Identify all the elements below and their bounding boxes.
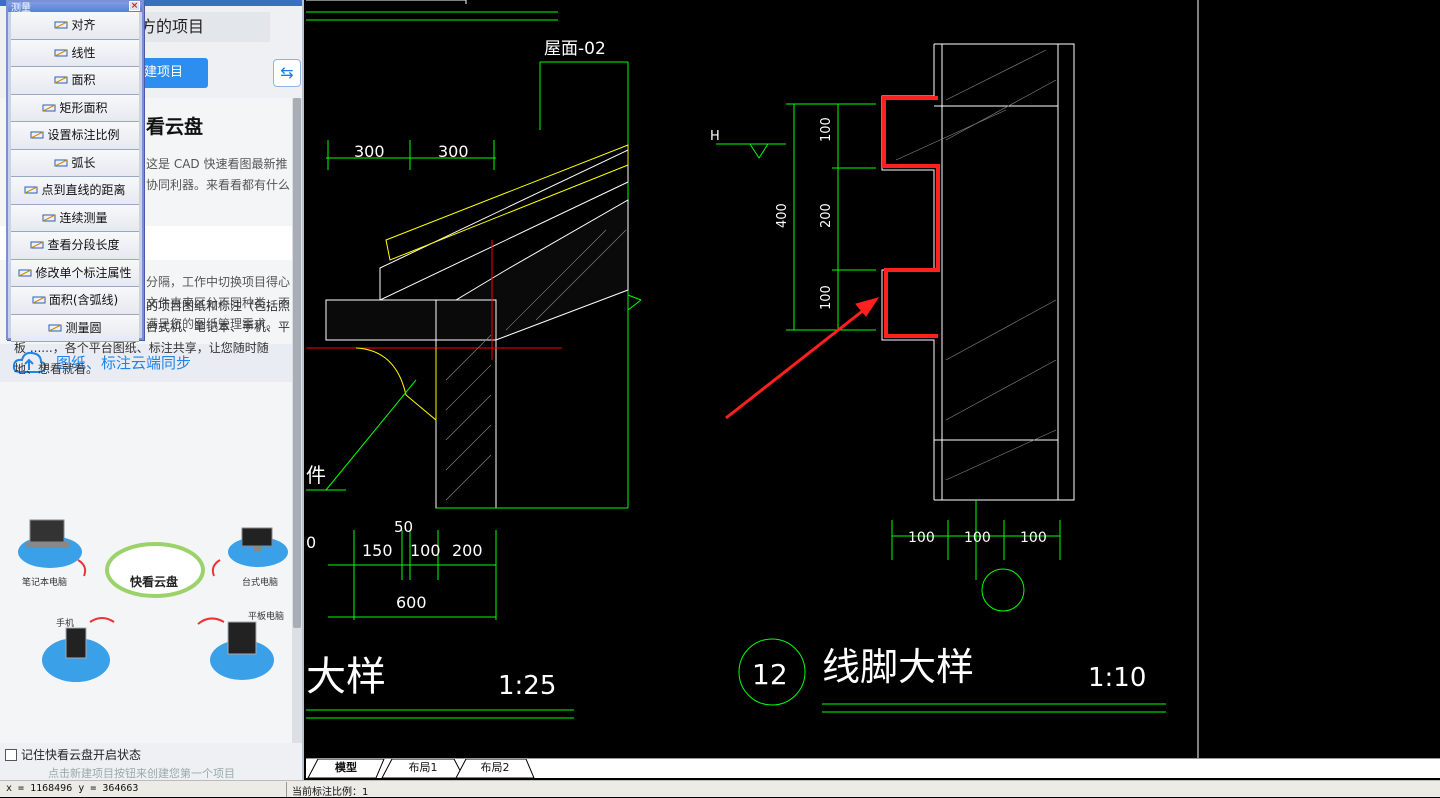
remember-checkbox-row[interactable]: 记住快看云盘开启状态: [5, 746, 141, 763]
measure-item-label: 面积: [71, 73, 96, 87]
measure-item[interactable]: 弧长: [11, 149, 139, 177]
point-line-icon: [24, 178, 38, 194]
measure-item[interactable]: 点到直线的距离: [11, 177, 139, 205]
measure-item[interactable]: 面积: [11, 67, 139, 95]
measure-item-label: 连续测量: [59, 210, 108, 225]
cloud-intro-text: 这是 CAD 快速看图最新推 协同利器。来看看都有什么: [146, 157, 291, 192]
dim-zero: 0: [306, 533, 316, 552]
desktop-icon: [241, 527, 273, 547]
arc-length-icon: [54, 151, 68, 166]
phone-label: 手机: [56, 619, 75, 629]
measure-item[interactable]: 测量圆: [11, 314, 139, 342]
dim-150: 150: [362, 541, 393, 560]
segment-length-icon: [30, 233, 44, 249]
measure-item[interactable]: 连续测量: [11, 204, 139, 232]
status-divider: [286, 782, 287, 797]
edit-annotation-icon: [18, 261, 32, 276]
remember-label: 记住快看云盘开启状态: [21, 748, 142, 762]
dim-v-100-top: 100: [819, 117, 834, 142]
measure-item[interactable]: 设置标注比例: [11, 122, 139, 150]
measure-item-label: 面积(含弧线): [48, 293, 119, 307]
measure-item-label: 线性: [71, 45, 96, 60]
area-icon: [54, 68, 68, 84]
devices-illustration: [18, 519, 288, 682]
cad-drawing: 屋面-02 300 300 件 50 0 150 100 200 600 大样 …: [306, 0, 1199, 758]
detail-number: 12: [752, 658, 788, 691]
dim-h-100-c: 100: [1020, 530, 1047, 546]
cursor-coordinates: x = 1168496 y = 364663: [6, 783, 139, 794]
dim-h-100-a: 100: [908, 530, 935, 546]
measure-toolbar: 测量 × 对齐线性面积矩形面积设置标注比例 弧长点到直线的距离 连续测量查看分段长度…: [6, 0, 144, 342]
circle-measure-icon: [48, 316, 62, 331]
tab-layout2[interactable]: 布局2: [464, 759, 526, 778]
desktop-label: 台式电脑: [242, 578, 279, 588]
scrollbar-thumb[interactable]: [293, 98, 301, 628]
right-title: 线脚大样: [822, 645, 974, 689]
dim-50: 50: [394, 518, 413, 536]
scrollbar[interactable]: [292, 98, 302, 743]
measure-item-label: 矩形面积: [59, 100, 108, 115]
measure-item[interactable]: 矩形面积: [11, 94, 139, 122]
dim-h-100-b: 100: [964, 530, 991, 546]
tablet-label: 平板电脑: [248, 612, 285, 622]
layout-tabs: 模型 布局1 布局2: [306, 758, 1440, 779]
roof-label: 屋面-02: [544, 39, 606, 59]
measure-item-label: 弧长: [71, 155, 96, 170]
dim-v-200: 200: [819, 203, 834, 228]
dim-300-b: 300: [438, 142, 469, 161]
measure-item[interactable]: 查看分段长度: [11, 232, 139, 260]
continuous-measure-icon: [42, 206, 56, 221]
status-bar: x = 1168496 y = 364663 当前标注比例：1: [0, 780, 1440, 798]
tablet-icon: [227, 621, 257, 655]
remember-checkbox[interactable]: [5, 749, 17, 761]
dim-100: 100: [410, 541, 441, 560]
measure-item[interactable]: 线性: [11, 39, 139, 67]
measure-list: 对齐线性面积矩形面积设置标注比例 弧长点到直线的距离 连续测量查看分段长度 修改单个标…: [8, 12, 142, 342]
right-scale: 1:10: [1088, 663, 1146, 693]
measure-item-label: 测量圆: [65, 320, 102, 335]
arc-area-icon: [32, 288, 46, 304]
measure-item-label: 点到直线的距离: [41, 183, 126, 197]
refresh-icon[interactable]: ⇆: [273, 59, 301, 87]
measure-item[interactable]: 修改单个标注属性: [11, 259, 139, 287]
measure-titlebar[interactable]: 测量 ×: [8, 1, 142, 14]
scale-icon: [30, 123, 44, 139]
recent-projects-title: 方的项目: [130, 12, 270, 42]
close-icon[interactable]: ×: [129, 1, 140, 11]
dim-600: 600: [396, 593, 427, 612]
left-scale: 1:25: [498, 671, 556, 701]
laptop-label: 笔记本电脑: [22, 578, 68, 588]
tab-layout1[interactable]: 布局1: [392, 759, 454, 778]
annotation-scale: 当前标注比例：1: [292, 787, 369, 798]
measure-item-label: 查看分段长度: [47, 238, 120, 252]
measure-item[interactable]: 面积(含弧线): [11, 287, 139, 315]
phone-icon: [65, 627, 87, 659]
measure-item-label: 对齐: [71, 18, 96, 32]
cad-canvas[interactable]: 屋面-02 300 300 件 50 0 150 100 200 600 大样 …: [306, 0, 1440, 758]
laptop-icon: [29, 519, 65, 543]
measure-item-label: 修改单个标注属性: [35, 265, 132, 280]
measure-item[interactable]: 对齐: [11, 12, 139, 40]
tab-model[interactable]: 模型: [316, 759, 376, 778]
create-hint: 点击新建项目按钮来创建您第一个项目: [48, 767, 235, 780]
dim-v-100-bottom: 100: [819, 285, 834, 310]
align-measure-icon: [54, 13, 68, 29]
cloud-label: 快看云盘: [130, 575, 179, 589]
linear-measure-icon: [54, 41, 68, 56]
left-partial-char: 件: [306, 463, 326, 487]
cloud-heading: 看云盘: [146, 116, 204, 138]
left-title: 大样: [306, 654, 386, 700]
measure-item-label: 设置标注比例: [47, 128, 120, 142]
dim-300-a: 300: [354, 142, 385, 161]
h-label: H: [710, 129, 720, 144]
dim-v-400: 400: [775, 203, 790, 228]
rect-area-icon: [42, 96, 56, 111]
dim-200: 200: [452, 541, 483, 560]
